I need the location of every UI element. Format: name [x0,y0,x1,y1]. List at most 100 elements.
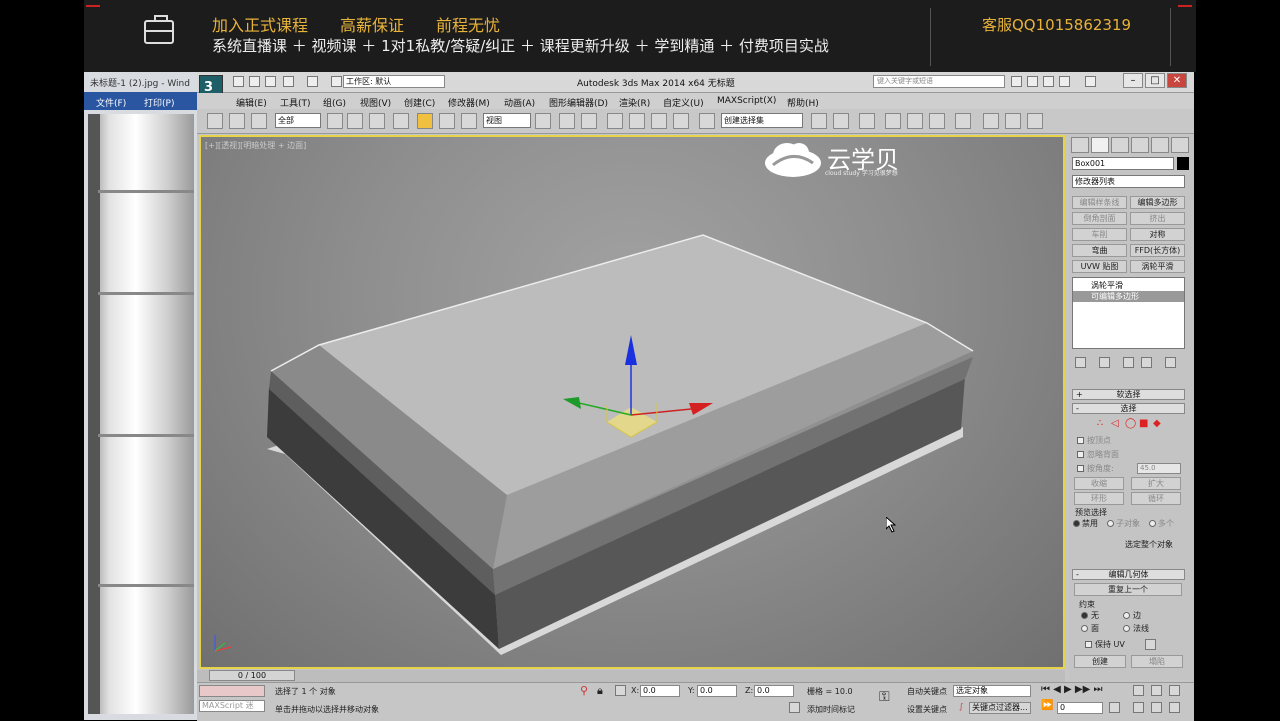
viewer-menu-file[interactable]: 文件(F) [96,96,126,109]
z-coordinate-field[interactable]: 0.0 [754,685,794,697]
window-crossing-icon[interactable] [393,113,409,129]
menu-views[interactable]: 视图(V) [360,96,391,109]
mod-extrude-button[interactable]: 挤出 [1130,212,1185,225]
zoom-extents-icon[interactable] [1169,685,1180,696]
mod-ffd-box-button[interactable]: FFD(长方体) [1130,244,1185,257]
reference-coord-dropdown[interactable]: 视图 [483,113,531,128]
constraint-none-radio[interactable] [1081,612,1088,619]
time-slider[interactable]: 0 / 100 [209,670,295,681]
remove-modifier-icon[interactable] [1141,357,1152,368]
utilities-tab-icon[interactable] [1171,137,1189,153]
material-editor-icon[interactable] [955,113,971,129]
menu-create[interactable]: 创建(C) [404,96,435,109]
subobject-edge-icon[interactable]: ◁ [1111,418,1119,429]
rect-selection-icon[interactable] [369,113,385,129]
menu-tools[interactable]: 工具(T) [280,96,311,109]
make-unique-icon[interactable] [1123,357,1134,368]
pan-icon[interactable] [1133,702,1144,713]
soft-selection-rollout[interactable]: + 软选择 [1072,389,1185,400]
menu-graph-editors[interactable]: 图形编辑器(D) [549,96,608,109]
selected-object-dropdown[interactable]: 选定对象 [953,685,1031,697]
angle-spinner[interactable]: 45.0 [1137,463,1181,474]
edit-geometry-rollout[interactable]: - 编辑几何体 [1072,569,1185,580]
user-icon[interactable] [1027,76,1038,87]
create-button[interactable]: 创建 [1074,655,1126,668]
select-object-icon[interactable] [327,113,343,129]
add-time-tag[interactable]: 添加时间标记 [807,704,855,715]
project-folder-icon[interactable] [331,76,342,87]
redo-icon[interactable] [307,76,318,87]
orbit-icon[interactable] [1151,702,1162,713]
binoculars-icon[interactable] [1011,76,1022,87]
maxscript-listener[interactable]: MAXScript 迷 [199,700,265,712]
mod-edit-poly-button[interactable]: 编辑多边形 [1130,196,1185,209]
image-viewer-window[interactable]: 未标题-1 (2).jpg - Wind 文件(F) 打印(P) [84,72,198,720]
unlink-icon[interactable] [229,113,245,129]
preview-multi-radio[interactable] [1149,520,1156,527]
select-scale-icon[interactable] [461,113,477,129]
modify-tab-icon[interactable] [1091,137,1109,153]
ring-button[interactable]: 环形 [1074,492,1124,505]
time-config-icon[interactable] [1109,702,1120,713]
grow-button[interactable]: 扩大 [1131,477,1181,490]
key-filter-icon[interactable]: ∫ [959,702,963,711]
absolute-mode-icon[interactable] [615,685,626,696]
search-input[interactable]: 键入关键字或短语 [873,75,1005,88]
select-rotate-icon[interactable] [439,113,455,129]
mod-uvw-map-button[interactable]: UVW 贴图 [1072,260,1127,273]
zoom-all-icon[interactable] [1151,685,1162,696]
shrink-button[interactable]: 收缩 [1074,477,1124,490]
preserve-uv-checkbox[interactable] [1085,641,1092,648]
set-key-icon[interactable]: ⚿ [879,689,890,705]
lock-selection-icon[interactable]: 🔒︎ [597,684,603,698]
percent-snap-icon[interactable] [651,113,667,129]
select-by-name-icon[interactable] [347,113,363,129]
motion-tab-icon[interactable] [1131,137,1149,153]
stack-item-turbosmooth[interactable]: 涡轮平滑 [1073,280,1184,291]
viewer-menu-print[interactable]: 打印(P) [144,96,174,109]
configure-sets-icon[interactable] [1165,357,1176,368]
mirror-icon[interactable] [811,113,827,129]
show-end-result-icon[interactable] [1099,357,1110,368]
x-coordinate-field[interactable]: 0.0 [640,685,680,697]
key-mode-icon[interactable]: ⏩ [1041,700,1053,711]
exchange-icon[interactable] [1043,76,1054,87]
set-key-button[interactable]: 设置关键点 [907,704,947,715]
rendered-frame-icon[interactable] [1005,113,1021,129]
mod-symmetry-button[interactable]: 对称 [1130,228,1185,241]
hierarchy-tab-icon[interactable] [1111,137,1129,153]
minimize-button[interactable]: – [1123,73,1143,88]
align-icon[interactable] [833,113,849,129]
link-icon[interactable] [207,113,223,129]
3dsmax-window[interactable]: 3 工作区: 默认 Autodesk 3ds Max 2014 x64 无标题 … [197,72,1194,721]
undo-icon[interactable] [283,76,294,87]
auto-key-button[interactable]: 自动关键点 [907,686,947,697]
mod-edit-spline-button[interactable]: 编辑样条线 [1072,196,1127,209]
edit-named-sets-icon[interactable] [699,113,715,129]
menu-customize[interactable]: 自定义(U) [663,96,704,109]
mod-bend-button[interactable]: 弯曲 [1072,244,1127,257]
menu-rendering[interactable]: 渲染(R) [619,96,650,109]
time-tag-icon[interactable] [789,702,800,713]
mod-lathe-button[interactable]: 车削 [1072,228,1127,241]
named-selection-dropdown[interactable]: 创建选择集 [721,113,803,128]
key-filters-button[interactable]: 关键点过滤器... [969,702,1031,714]
preserve-uv-settings-icon[interactable] [1145,639,1156,650]
constraint-normal-radio[interactable] [1123,625,1130,632]
by-vertex-checkbox[interactable] [1077,437,1084,444]
subobject-border-icon[interactable]: ◯ [1125,418,1136,429]
preview-off-radio[interactable] [1073,520,1080,527]
angle-snap-icon[interactable] [629,113,645,129]
y-coordinate-field[interactable]: 0.0 [697,685,737,697]
object-name-field[interactable]: Box001 [1072,157,1174,170]
spinner-snap-icon[interactable] [673,113,689,129]
star-icon[interactable] [1059,76,1070,87]
render-teapot-icon[interactable] [1027,113,1043,129]
save-file-icon[interactable] [265,76,276,87]
create-tab-icon[interactable] [1071,137,1089,153]
schematic-view-icon[interactable] [929,113,945,129]
constraint-edge-radio[interactable] [1123,612,1130,619]
help-icon[interactable] [1085,76,1096,87]
maximize-viewport-icon[interactable] [1169,702,1180,713]
perspective-viewport[interactable]: [+][透视][明暗处理 + 边面] 云学贝 cloud study 学习见很梦… [199,135,1065,669]
